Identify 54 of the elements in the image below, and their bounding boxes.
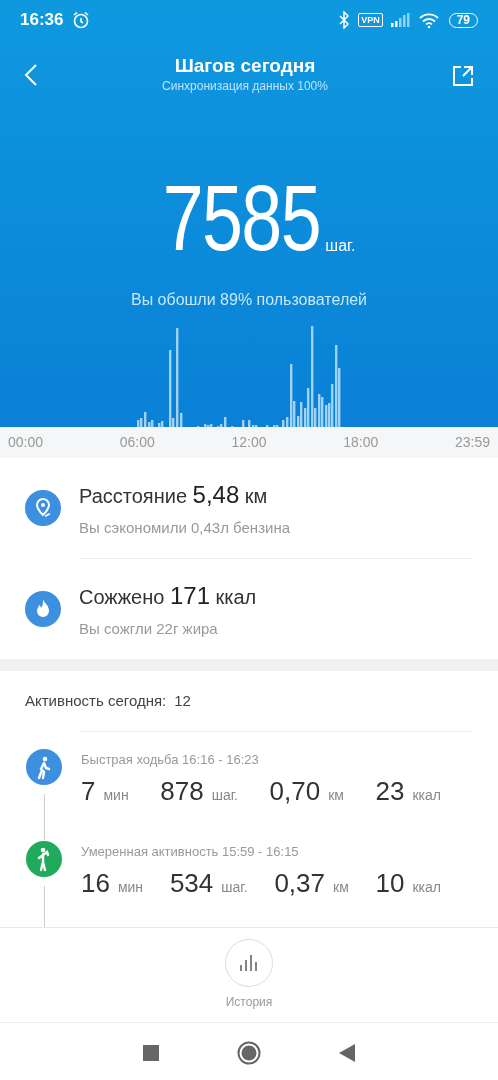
activity-title: Умеренная активность 15:59 - 16:15: [81, 843, 300, 861]
share-button[interactable]: [452, 63, 474, 87]
time-label: 06:00: [119, 433, 155, 452]
signal-icon: [390, 13, 411, 27]
metric-unit: ккал: [412, 785, 441, 805]
location-pin-icon: [25, 490, 61, 526]
stat-note: Вы сожгли 22г жира: [79, 618, 219, 639]
stat-title: Сожжено 171 ккал: [79, 580, 257, 611]
recent-apps-button[interactable]: [143, 1044, 159, 1061]
time-label: 12:00: [231, 433, 267, 452]
wifi-icon: [418, 12, 439, 28]
time-label: 23:59: [454, 433, 490, 452]
metric-value: 23: [375, 774, 405, 808]
screen-title: Шагов сегодня: [173, 54, 317, 78]
sync-status: Синхронизация данных 100%: [161, 78, 329, 96]
metric-unit: шаг.: [221, 877, 248, 897]
back-button[interactable]: [24, 62, 38, 88]
history-button[interactable]: [225, 939, 273, 987]
metric-unit: шаг.: [211, 785, 238, 805]
activity-count: 12: [174, 690, 191, 711]
chart-bar: [242, 420, 245, 427]
vpn-indicator: VPN: [358, 13, 383, 27]
metric-value: 7: [81, 774, 96, 808]
back-icon: [24, 63, 38, 88]
metric-value: 0,37: [274, 866, 325, 900]
time-label: 00:00: [8, 433, 44, 452]
stat-title: Расстояние 5,48 км: [79, 479, 269, 510]
metric-value: 0,70: [269, 774, 321, 808]
person-icon: [25, 840, 63, 878]
metric-value: 16: [81, 866, 110, 900]
clock-time: 16:36: [20, 9, 64, 32]
metric-unit: км: [333, 877, 349, 897]
activity-title: Быстрая ходьба 16:16 - 16:23: [81, 751, 260, 769]
back-nav-button[interactable]: [339, 1043, 355, 1062]
history-label: История: [225, 994, 273, 1011]
stat-note: Вы сэкономили 0,43л бензина: [79, 517, 290, 538]
activity-label: Активность сегодня:: [25, 690, 167, 711]
time-label: 18:00: [343, 433, 379, 452]
step-unit: шаг.: [325, 236, 356, 256]
metric-value: 534: [169, 866, 214, 900]
comparison-text: Вы обошли 89% пользователей: [129, 290, 369, 310]
metric-unit: км: [328, 785, 344, 805]
metric-value: 878: [160, 774, 204, 808]
metric-value: 10: [375, 866, 405, 900]
home-button[interactable]: [237, 1040, 261, 1065]
metric-unit: ккал: [412, 877, 441, 897]
share-icon: [452, 64, 474, 87]
step-count: 7585: [162, 172, 320, 264]
metric-unit: мин: [103, 785, 129, 805]
metric-unit: мин: [117, 877, 144, 897]
flame-icon: [25, 591, 61, 627]
walking-person-icon: [25, 748, 63, 786]
bar-chart-icon: [239, 954, 259, 972]
bluetooth-icon: [338, 11, 351, 29]
